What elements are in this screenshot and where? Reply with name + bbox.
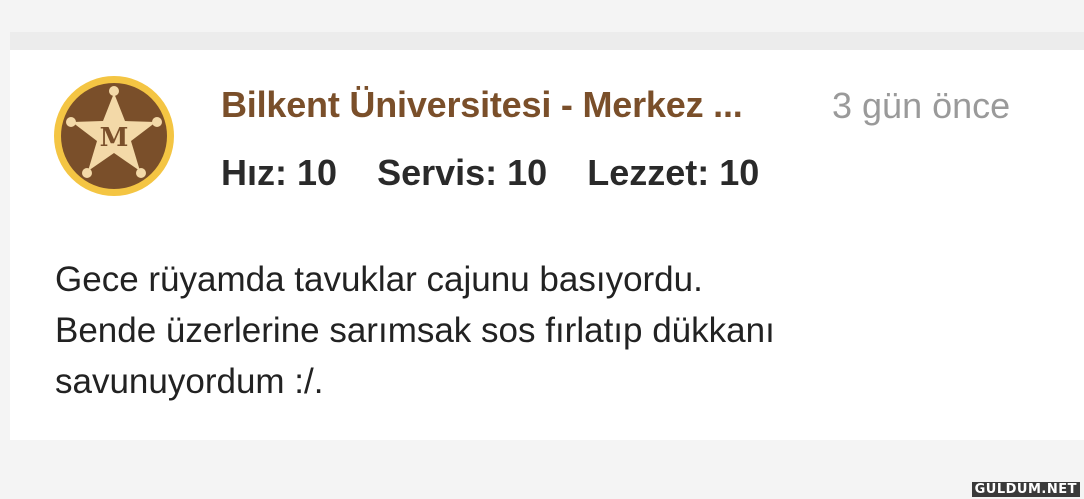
review-comment: Gece rüyamda tavuklar cajunu basıyordu. … (55, 254, 1055, 407)
comment-line: Bende üzerlerine sarımsak sos fırlatıp d… (55, 311, 775, 350)
rating-service: Servis: 10 (377, 152, 548, 193)
rating-speed: Hız: 10 (221, 152, 338, 193)
comment-line: Gece rüyamda tavuklar cajunu basıyordu. (55, 260, 703, 299)
top-strip (10, 32, 1084, 50)
review-card: M Bilkent Üniversitesi - Merkez ... 3 gü… (10, 50, 1084, 440)
watermark: GULDUM.NET (971, 482, 1080, 497)
comment-line: savunuyordum :/. (55, 362, 324, 401)
review-timestamp: 3 gün önce (832, 85, 1011, 126)
avatar-letter: M (100, 123, 129, 153)
author-name[interactable]: Bilkent Üniversitesi - Merkez ... (221, 84, 743, 126)
sheriff-star-badge-icon: M (54, 76, 174, 196)
ratings-row: Hız: 10 Servis: 10 Lezzet: 10 (221, 152, 759, 194)
avatar[interactable]: M (53, 75, 175, 197)
rating-taste: Lezzet: 10 (587, 152, 760, 193)
